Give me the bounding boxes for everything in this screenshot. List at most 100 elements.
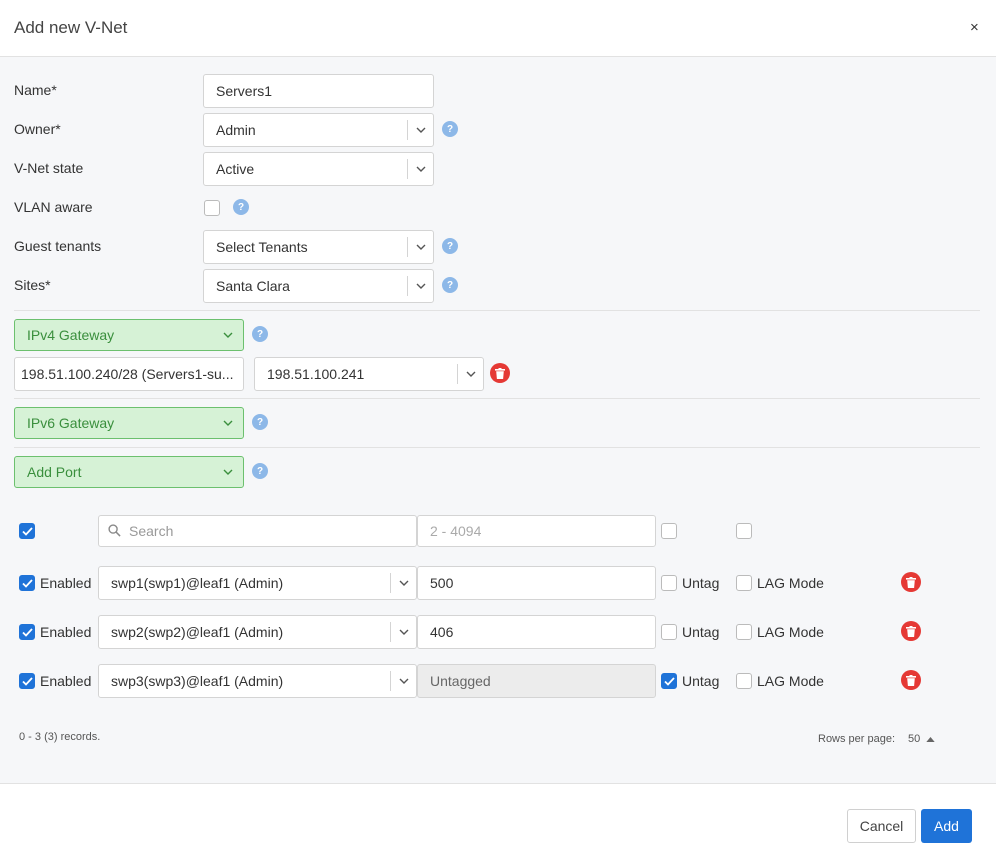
port-enabled-checkbox[interactable] [19, 624, 35, 640]
dialog-title: Add new V-Net [14, 18, 128, 37]
port-enabled-label: Enabled [40, 575, 92, 591]
port-select[interactable]: swp1(swp1)@leaf1 (Admin) [98, 566, 417, 600]
ipv4-subnet-value: 198.51.100.240/28 (Servers1-su... [21, 366, 234, 382]
search-icon [108, 524, 121, 540]
ipv4-gateway-label: IPv4 Gateway [27, 327, 115, 343]
cancel-button[interactable]: Cancel [847, 809, 916, 843]
caret-up-icon [926, 733, 935, 745]
port-select[interactable]: swp3(swp3)@leaf1 (Admin) [98, 664, 417, 698]
owner-select-value: Admin [216, 122, 256, 138]
divider [14, 447, 980, 448]
port-untag-label: Untag [682, 575, 720, 591]
port-enabled-label: Enabled [40, 673, 92, 689]
port-lag-label: LAG Mode [757, 575, 824, 591]
guest-tenants-label: Guest tenants [14, 238, 102, 254]
guest-help-icon[interactable]: ? [442, 238, 458, 254]
owner-help-icon[interactable]: ? [442, 121, 458, 137]
chevron-down-icon [223, 408, 233, 438]
port-lag-label: LAG Mode [757, 673, 824, 689]
sites-label: Sites* [14, 277, 51, 293]
delete-port-trash-icon[interactable] [901, 670, 921, 690]
port-search-input[interactable]: Search [98, 515, 417, 547]
ipv6-gateway-label: IPv6 Gateway [27, 415, 115, 431]
port-select-value: swp1(swp1)@leaf1 (Admin) [111, 575, 284, 591]
vlan-range-placeholder: 2 - 4094 [430, 523, 482, 539]
rows-per-page-label: Rows per page: [818, 733, 896, 745]
port-untag-label: Untag [682, 624, 720, 640]
port-vlan-input-disabled: Untagged [417, 664, 656, 698]
ipv4-subnet-field[interactable]: 198.51.100.240/28 (Servers1-su... [14, 357, 244, 391]
owner-select[interactable]: Admin [203, 113, 434, 147]
chevron-down-icon [391, 665, 417, 697]
port-untag-checkbox[interactable] [661, 575, 677, 591]
chevron-down-icon [223, 457, 233, 487]
name-label: Name* [14, 82, 57, 98]
chevron-down-icon [408, 153, 434, 185]
chevron-down-icon [408, 114, 434, 146]
chevron-down-icon [391, 616, 417, 648]
add-button[interactable]: Add [921, 809, 972, 843]
ipv4-help-icon[interactable]: ? [252, 326, 268, 342]
rows-per-page-value: 50 [908, 733, 921, 745]
port-enabled-label: Enabled [40, 624, 92, 640]
sites-select[interactable]: Santa Clara [203, 269, 434, 303]
guest-tenants-select[interactable]: Select Tenants [203, 230, 434, 264]
port-select[interactable]: swp2(swp2)@leaf1 (Admin) [98, 615, 417, 649]
add-port-label: Add Port [27, 464, 82, 480]
port-vlan-value: Untagged [430, 673, 491, 689]
vlan-aware-label: VLAN aware [14, 199, 93, 215]
owner-label: Owner* [14, 121, 61, 137]
port-select-value: swp3(swp3)@leaf1 (Admin) [111, 673, 284, 689]
records-count: 0 - 3 (3) records. [19, 731, 101, 743]
chevron-down-icon [458, 358, 484, 390]
ipv6-help-icon[interactable]: ? [252, 414, 268, 430]
port-lag-checkbox[interactable] [736, 624, 752, 640]
ipv4-address-value: 198.51.100.241 [267, 366, 365, 382]
port-untag-label: Untag [682, 673, 720, 689]
state-label: V-Net state [14, 160, 84, 176]
vlan-range-input[interactable]: 2 - 4094 [417, 515, 656, 547]
ipv4-gateway-dropdown[interactable]: IPv4 Gateway [14, 319, 244, 351]
rows-per-page-select[interactable]: 50 [908, 733, 935, 745]
divider [14, 310, 980, 311]
delete-port-trash-icon[interactable] [901, 621, 921, 641]
delete-port-trash-icon[interactable] [901, 572, 921, 592]
ipv6-gateway-dropdown[interactable]: IPv6 Gateway [14, 407, 244, 439]
divider [14, 398, 980, 399]
port-vlan-input[interactable]: 406 [417, 615, 656, 649]
lag-filter-checkbox[interactable] [736, 523, 752, 539]
close-icon[interactable]: × [970, 19, 979, 36]
port-vlan-value: 406 [430, 624, 454, 640]
port-vlan-value: 500 [430, 575, 454, 591]
sites-help-icon[interactable]: ? [442, 277, 458, 293]
guest-tenants-placeholder: Select Tenants [216, 239, 308, 255]
port-untag-checkbox[interactable] [661, 673, 677, 689]
add-port-dropdown[interactable]: Add Port [14, 456, 244, 488]
vlan-help-icon[interactable]: ? [233, 199, 249, 215]
chevron-down-icon [408, 231, 434, 263]
search-placeholder: Search [129, 523, 174, 539]
port-lag-checkbox[interactable] [736, 673, 752, 689]
chevron-down-icon [223, 320, 233, 350]
port-select-value: swp2(swp2)@leaf1 (Admin) [111, 624, 284, 640]
port-enabled-checkbox[interactable] [19, 673, 35, 689]
state-select-value: Active [216, 161, 255, 177]
delete-ipv4-trash-icon[interactable] [490, 363, 510, 383]
vlan-aware-checkbox[interactable] [204, 200, 220, 216]
dialog-header: Add new V-Net × [0, 0, 996, 57]
chevron-down-icon [408, 270, 434, 302]
name-input[interactable]: Servers1 [203, 74, 434, 108]
ipv4-address-select[interactable]: 198.51.100.241 [254, 357, 484, 391]
port-enabled-checkbox[interactable] [19, 575, 35, 591]
sites-select-value: Santa Clara [216, 278, 290, 294]
chevron-down-icon [391, 567, 417, 599]
port-vlan-input[interactable]: 500 [417, 566, 656, 600]
port-lag-label: LAG Mode [757, 624, 824, 640]
port-lag-checkbox[interactable] [736, 575, 752, 591]
add-port-help-icon[interactable]: ? [252, 463, 268, 479]
untag-filter-checkbox[interactable] [661, 523, 677, 539]
port-untag-checkbox[interactable] [661, 624, 677, 640]
name-input-value: Servers1 [216, 83, 273, 99]
state-select[interactable]: Active [203, 152, 434, 186]
select-all-checkbox[interactable] [19, 523, 35, 539]
